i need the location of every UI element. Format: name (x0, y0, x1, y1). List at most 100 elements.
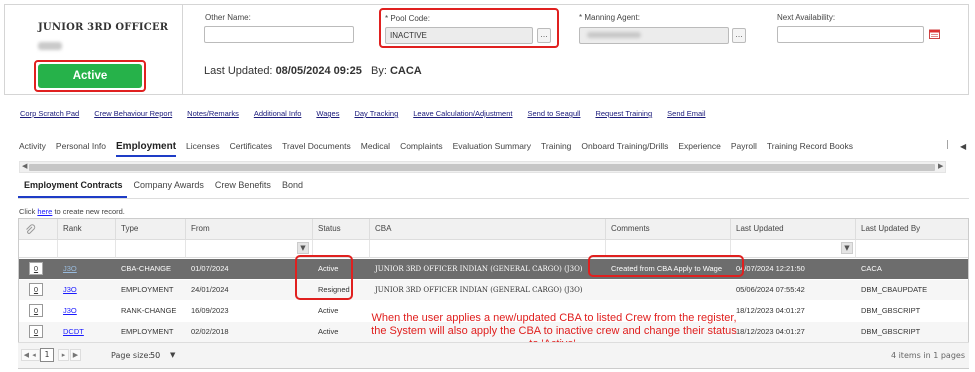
action-link[interactable]: Request Training (595, 109, 652, 118)
tab-experience[interactable]: Experience (678, 141, 721, 151)
tab-training[interactable]: Training (541, 141, 571, 151)
table-row[interactable]: 0 J3O EMPLOYMENT 24/01/2024 Resigned JUNIOR 3… (19, 280, 968, 300)
rank-link[interactable]: J3O (63, 306, 77, 315)
from-filter[interactable] (186, 240, 313, 258)
scroll-thumb[interactable] (29, 164, 935, 171)
tab-certificates[interactable]: Certificates (230, 141, 273, 151)
cell-from: 01/07/2024 (186, 259, 313, 279)
grid-pager: ◀ ◂ 1 ▸ ▶ Page size: 50 ▼ 4 items in 1 p… (18, 342, 969, 368)
filter-icon[interactable]: ▼ (297, 242, 309, 254)
last-updated-by-filter[interactable] (856, 240, 968, 258)
pool-code-lookup-button[interactable]: ... (537, 28, 551, 43)
row-edit-button[interactable]: 0 (29, 262, 43, 275)
action-link[interactable]: Leave Calculation/Adjustment (413, 109, 512, 118)
cell-text: 24/01/2024 (191, 285, 229, 294)
subtab-company-awards[interactable]: Company Awards (134, 180, 204, 190)
subtab-bond[interactable]: Bond (282, 180, 303, 190)
subtab-crew-benefits[interactable]: Crew Benefits (215, 180, 271, 190)
row-edit-button[interactable]: 0 (29, 325, 43, 338)
cell-from: 24/01/2024 (186, 280, 313, 300)
tab-payroll[interactable]: Payroll (731, 141, 757, 151)
from-column-header[interactable]: From (186, 219, 313, 240)
type-column-header[interactable]: Type (116, 219, 186, 240)
tab-activity[interactable]: Activity (19, 141, 46, 151)
page-size-label: Page size: (111, 351, 152, 360)
next-page-icon[interactable]: ▸ (58, 349, 69, 361)
last-updated-column-header[interactable]: Last Updated (731, 219, 856, 240)
page-size-select[interactable]: 50 (150, 351, 160, 360)
cba-column-header[interactable]: CBA (370, 219, 606, 240)
cell-rank: J3O (58, 259, 116, 279)
attachment-column-header (19, 219, 58, 240)
scroll-right-arrow-icon[interactable]: ▶ (938, 162, 943, 170)
cell-status: Active (313, 322, 370, 342)
action-link[interactable]: Crew Behaviour Report (94, 109, 172, 118)
rank-link[interactable]: J3O (63, 285, 77, 294)
row-edit-button[interactable]: 0 (29, 304, 43, 317)
crew-id-redacted (38, 42, 62, 50)
action-link[interactable]: Wages (316, 109, 339, 118)
action-link[interactable]: Send Email (667, 109, 705, 118)
current-page-button[interactable]: 1 (40, 348, 54, 362)
scroll-left-arrow-icon[interactable]: ◀ (22, 162, 27, 170)
last-updated-filter[interactable] (731, 240, 856, 258)
calendar-icon[interactable] (929, 29, 940, 39)
comments-column-header[interactable]: Comments (606, 219, 731, 240)
action-link[interactable]: Corp Scratch Pad (20, 109, 79, 118)
action-link[interactable]: Day Tracking (354, 109, 398, 118)
other-name-input[interactable] (204, 26, 354, 43)
divider (18, 198, 969, 199)
prev-page-icon[interactable]: ◂ (29, 349, 40, 361)
cell-num: 0 (19, 259, 58, 279)
cell-text: CACA (861, 264, 882, 273)
subtab-employment-contracts[interactable]: Employment Contracts (24, 180, 123, 190)
action-link[interactable]: Notes/Remarks (187, 109, 239, 118)
cell-text: DBM_GBSCRIPT (861, 306, 921, 315)
horizontal-scrollbar[interactable]: ◀ ▶ (19, 161, 946, 173)
tab-onboard-training-drills[interactable]: Onboard Training/Drills (581, 141, 668, 151)
rank-link[interactable]: J3O (63, 264, 77, 273)
status-column-header[interactable]: Status (313, 219, 370, 240)
filter-icon[interactable]: ▼ (841, 242, 853, 254)
cell-type: RANK-CHANGE (116, 301, 186, 321)
tab-training-record-books[interactable]: Training Record Books (767, 141, 853, 151)
rank-filter[interactable] (58, 240, 116, 258)
cell-text: 18/12/2023 04:01:27 (736, 327, 805, 336)
last-updated-by-column-header[interactable]: Last Updated By (856, 219, 968, 240)
tab-medical[interactable]: Medical (361, 141, 390, 151)
rank-column-header[interactable]: Rank (58, 219, 116, 240)
cell-text: 18/12/2023 04:01:27 (736, 306, 805, 315)
last-page-icon[interactable]: ▶ (70, 349, 81, 361)
type-filter[interactable] (116, 240, 186, 258)
tab-personal-info[interactable]: Personal Info (56, 141, 106, 151)
tabs-scroll-left-icon[interactable]: ◀ (960, 142, 966, 151)
cell-num: 0 (19, 280, 58, 300)
action-link[interactable]: Additional Info (254, 109, 302, 118)
row-edit-button[interactable]: 0 (29, 283, 43, 296)
paperclip-icon (26, 224, 36, 234)
crew-status-button[interactable]: Active (38, 64, 142, 88)
manning-agent-label: * Manning Agent: (579, 13, 640, 22)
tab-employment[interactable]: Employment (116, 141, 177, 157)
manning-agent-lookup-button[interactable]: ... (732, 28, 746, 43)
create-record-link[interactable]: here (37, 207, 52, 216)
crew-header-panel: JUNIOR 3RD OFFICER Active Other Name: * … (4, 4, 969, 95)
rank-link[interactable]: DCDT (63, 327, 84, 336)
cell-rank: J3O (58, 301, 116, 321)
pool-code-input[interactable]: INACTIVE (385, 27, 533, 44)
tab-complaints[interactable]: Complaints (400, 141, 443, 151)
tab-evaluation-summary[interactable]: Evaluation Summary (453, 141, 531, 151)
cell-num: 0 (19, 301, 58, 321)
tab-travel-documents[interactable]: Travel Documents (282, 141, 351, 151)
cell-updated: 04/07/2024 12:21:50 (731, 259, 856, 279)
tab-licenses[interactable]: Licenses (186, 141, 220, 151)
other-name-label: Other Name: (205, 13, 251, 22)
next-availability-input[interactable] (777, 26, 924, 43)
cell-num: 0 (19, 322, 58, 342)
cell-type: CBA-CHANGE (116, 259, 186, 279)
chevron-down-icon[interactable]: ▼ (170, 351, 175, 359)
cell-text: 01/07/2024 (191, 264, 229, 273)
cba-filter[interactable] (370, 240, 606, 258)
table-row[interactable]: 0 J3O CBA-CHANGE 01/07/2024 Active JUNIOR 3RD… (19, 259, 968, 279)
action-link[interactable]: Send to Seagull (527, 109, 580, 118)
